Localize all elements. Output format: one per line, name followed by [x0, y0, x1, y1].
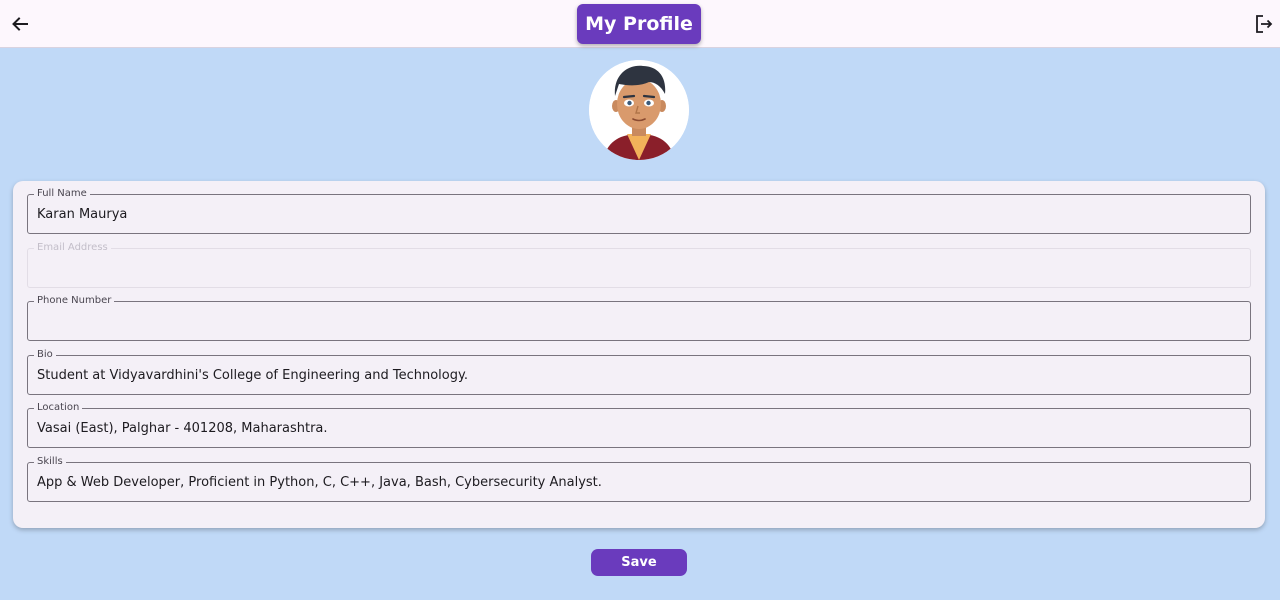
location-value: Vasai (East), Palghar - 401208, Maharash…	[37, 421, 328, 436]
logout-button[interactable]	[1250, 10, 1278, 38]
email-label: Email Address	[34, 241, 111, 255]
full-name-label: Full Name	[34, 187, 90, 201]
phone-label: Phone Number	[34, 294, 115, 308]
bio-field[interactable]: Bio Student at Vidyavardhini's College o…	[27, 348, 1251, 395]
profile-form-card: Full Name Karan Maurya Email Address Pho…	[13, 181, 1265, 528]
back-button[interactable]	[6, 10, 34, 38]
skills-field[interactable]: Skills App & Web Developer, Proficient i…	[27, 455, 1251, 502]
page-title: My Profile	[577, 4, 701, 44]
bio-value: Student at Vidyavardhini's College of En…	[37, 368, 468, 383]
cartoon-boy-avatar-icon	[589, 60, 689, 160]
bio-label: Bio	[34, 348, 56, 362]
app-bar: My Profile	[0, 0, 1280, 48]
arrow-left-icon	[12, 17, 28, 31]
skills-value: App & Web Developer, Proficient in Pytho…	[37, 475, 602, 490]
location-label: Location	[34, 401, 83, 415]
phone-field[interactable]: Phone Number	[27, 294, 1251, 341]
skills-label: Skills	[34, 455, 66, 469]
email-field: Email Address	[27, 241, 1251, 288]
logout-icon	[1256, 15, 1273, 33]
full-name-value: Karan Maurya	[37, 207, 128, 222]
save-button[interactable]: Save	[591, 549, 687, 576]
avatar[interactable]	[589, 60, 689, 160]
location-field[interactable]: Location Vasai (East), Palghar - 401208,…	[27, 401, 1251, 448]
full-name-field[interactable]: Full Name Karan Maurya	[27, 187, 1251, 234]
